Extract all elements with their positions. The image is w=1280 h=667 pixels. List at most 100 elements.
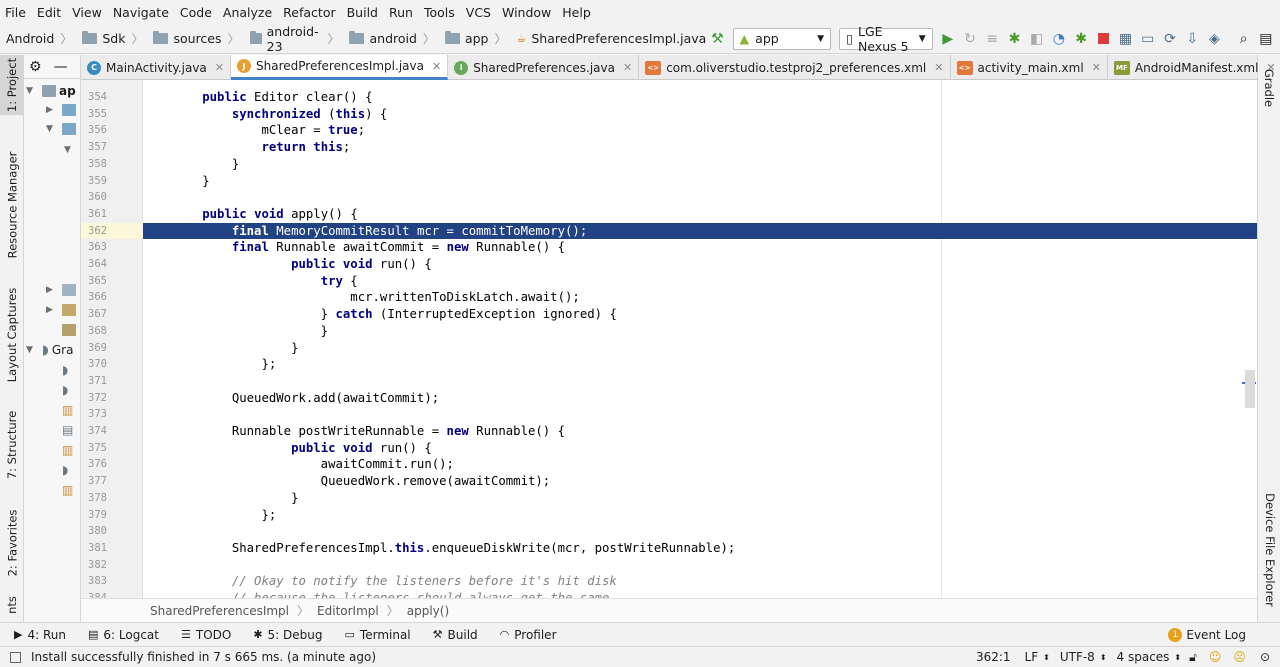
editor-crumb[interactable]: EditorImpl	[317, 604, 379, 618]
debug-icon[interactable]: ✱	[1006, 28, 1022, 50]
code-line[interactable]: }	[143, 490, 1257, 507]
gradle-file-icon[interactable]: ◗	[62, 381, 68, 399]
tab-com-oliverstudio-testproj2-preferences-xml[interactable]: <> com.oliverstudio.testproj2_preferences…	[639, 55, 951, 80]
tool-window-4-run[interactable]: ▶ 4: Run	[14, 628, 66, 642]
tree-node[interactable]: ▼	[64, 141, 76, 159]
line-separator[interactable]: LF	[1025, 650, 1039, 664]
rerun-icon[interactable]: ↻	[962, 28, 978, 50]
tree-node[interactable]: ▶	[46, 301, 76, 319]
search-icon[interactable]: ⌕	[1236, 28, 1252, 50]
code-line[interactable]: }	[143, 340, 1257, 357]
breadcrumb-item[interactable]: app 〉	[435, 24, 506, 54]
code-line[interactable]: }	[143, 156, 1257, 173]
stop-icon[interactable]	[1095, 28, 1111, 50]
code-line[interactable]: }	[143, 323, 1257, 340]
toggle-tool-windows-icon[interactable]	[10, 651, 21, 663]
gradle-file-icon[interactable]: ◗	[62, 361, 68, 379]
editor-crumb[interactable]: apply()	[407, 604, 449, 618]
menu-run[interactable]: Run	[386, 5, 416, 20]
sdk-manager-icon[interactable]: ⇩	[1184, 28, 1200, 50]
left-tab-1-project[interactable]: 1: Project	[0, 55, 24, 115]
close-icon[interactable]: ✕	[1266, 61, 1275, 74]
hide-panel-icon[interactable]: —	[54, 59, 68, 75]
right-tab-device-file-explorer[interactable]: Device File Explorer	[1258, 490, 1280, 610]
code-line[interactable]: mcr.writtenToDiskLatch.await();	[143, 289, 1257, 306]
lock-icon[interactable]: 🔓︎	[1189, 650, 1197, 665]
code-line[interactable]: public Editor clear() {	[143, 89, 1257, 106]
indent-setting[interactable]: 4 spaces	[1117, 650, 1170, 664]
close-icon[interactable]: ✕	[1092, 61, 1101, 74]
device-select[interactable]: ▯ LGE Nexus 5 ▼	[839, 24, 933, 54]
code-line[interactable]: return this;	[143, 139, 1257, 156]
code-line[interactable]: // Okay to notify the listeners before i…	[143, 573, 1257, 590]
sync-gradle-icon[interactable]: ⟳	[1162, 28, 1178, 50]
breadcrumb-item[interactable]: sources 〉	[143, 24, 240, 54]
tree-node[interactable]: ▶	[46, 281, 76, 299]
code-line[interactable]: }	[143, 173, 1257, 190]
menu-view[interactable]: View	[69, 5, 105, 20]
left-tab-resource-manager[interactable]: Resource Manager	[0, 152, 24, 259]
code-line[interactable]	[143, 406, 1257, 423]
gradle-file-icon[interactable]: ◗	[62, 461, 68, 479]
menu-code[interactable]: Code	[177, 5, 215, 20]
code-line[interactable]: SharedPreferencesImpl.this.enqueueDiskWr…	[143, 540, 1257, 557]
coverage-icon[interactable]: ≡	[984, 28, 1000, 50]
left-tab-nts[interactable]: nts	[0, 590, 24, 620]
profile-icon[interactable]: ◔	[1051, 28, 1067, 50]
code-line[interactable]	[143, 523, 1257, 540]
code-line[interactable]: try {	[143, 273, 1257, 290]
code-line[interactable]: } catch (InterruptedException ignored) {	[143, 306, 1257, 323]
left-tab-7-structure[interactable]: 7: Structure	[0, 400, 24, 490]
code-line[interactable]	[143, 557, 1257, 574]
tree-node[interactable]	[58, 321, 76, 339]
code-line[interactable]	[143, 373, 1257, 390]
memory-icon[interactable]: ⊙	[1260, 650, 1270, 664]
code-line[interactable]: final MemoryCommitResult mcr = commitToM…	[143, 222, 1257, 240]
code-line[interactable]: QueuedWork.remove(awaitCommit);	[143, 473, 1257, 490]
tool-window-6-logcat[interactable]: ▤ 6: Logcat	[88, 628, 159, 642]
menu-analyze[interactable]: Analyze	[220, 5, 275, 20]
left-tab-2-favorites[interactable]: 2: Favorites	[0, 500, 24, 585]
tab-activity-main-xml[interactable]: <> activity_main.xml ✕	[951, 55, 1108, 80]
properties-file-icon[interactable]: ▥	[62, 441, 73, 459]
menu-navigate[interactable]: Navigate	[110, 5, 172, 20]
code-line[interactable]: public void run() {	[143, 256, 1257, 273]
breadcrumb-item[interactable]: android-23 〉	[240, 24, 339, 54]
tab-sharedpreferences-java[interactable]: I SharedPreferences.java ✕	[448, 55, 640, 80]
breadcrumb-item[interactable]: Android 〉	[6, 24, 72, 54]
properties-file-icon[interactable]: ▥	[62, 481, 73, 499]
breadcrumb-item[interactable]: ☕ SharedPreferencesImpl.java	[506, 24, 706, 54]
gear-icon[interactable]: ⚙	[29, 59, 42, 75]
code-line[interactable]: };	[143, 507, 1257, 524]
menu-help[interactable]: Help	[559, 5, 594, 20]
close-icon[interactable]: ✕	[215, 61, 224, 74]
apply-changes-icon[interactable]: ✱	[1073, 28, 1089, 50]
code-line[interactable]: QueuedWork.add(awaitCommit);	[143, 390, 1257, 407]
code-line[interactable]: // because the listeners should always g…	[143, 590, 1257, 598]
event-log-button[interactable]: 1 Event Log	[1168, 627, 1246, 642]
layout-inspector-icon[interactable]: ◈	[1206, 28, 1222, 50]
tool-window-terminal[interactable]: ▭ Terminal	[345, 628, 411, 642]
menu-vcs[interactable]: VCS	[463, 5, 494, 20]
menu-refactor[interactable]: Refactor	[280, 5, 338, 20]
tool-window-profiler[interactable]: ◠ Profiler	[500, 628, 557, 642]
happy-face-icon[interactable]: ☺	[1209, 650, 1222, 664]
code-line[interactable]: Runnable postWriteRunnable = new Runnabl…	[143, 423, 1257, 440]
menu-edit[interactable]: Edit	[34, 5, 64, 20]
properties-file-icon[interactable]: ▥	[62, 401, 73, 419]
code-line[interactable]: mClear = true;	[143, 122, 1257, 139]
tool-window-build[interactable]: ⚒ Build	[433, 628, 478, 642]
menu-build[interactable]: Build	[344, 5, 381, 20]
close-icon[interactable]: ✕	[623, 61, 632, 74]
run-config-select[interactable]: ▲ app ▼	[732, 27, 832, 50]
tree-node[interactable]: ▶	[46, 101, 76, 119]
tool-window-5-debug[interactable]: ✱ 5: Debug	[253, 628, 322, 642]
menu-tools[interactable]: Tools	[421, 5, 458, 20]
code-editor[interactable]: 354 355 356 357 358 359 360 361 362 363 364 365 366 3…	[81, 80, 1257, 598]
code-line[interactable]: awaitCommit.run();	[143, 456, 1257, 473]
tree-root[interactable]: ▼ ap	[26, 82, 76, 100]
make-project-icon[interactable]: ⚒	[709, 28, 725, 50]
code-line[interactable]: public void run() {	[143, 440, 1257, 457]
code-line[interactable]: };	[143, 356, 1257, 373]
tab-sharedpreferencesimpl-java[interactable]: J SharedPreferencesImpl.java ✕	[231, 55, 449, 80]
